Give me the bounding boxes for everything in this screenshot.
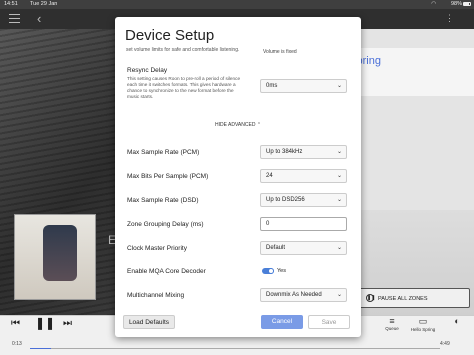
- battery-icon: [463, 2, 471, 6]
- status-bar: 14:51 Tue 29 Jan ◠ 98%: [0, 0, 474, 9]
- max-sample-rate-pcm-select[interactable]: Up to 384kHz ⌄: [260, 145, 347, 159]
- enable-mqa-toggle[interactable]: [262, 268, 274, 274]
- max-bits-per-sample-value: 24: [266, 173, 273, 179]
- resync-delay-description: This setting causes Roon to pre-roll a p…: [127, 76, 241, 99]
- chevron-down-icon: ⌄: [336, 173, 342, 179]
- max-sample-rate-pcm-value: Up to 384kHz: [266, 149, 303, 155]
- time-elapsed: 0:13: [12, 341, 22, 347]
- time-total: 4:49: [440, 341, 450, 347]
- status-time: 14:51: [4, 1, 18, 7]
- pause-icon[interactable]: ❚❚: [35, 316, 55, 330]
- wifi-icon: ◠: [431, 1, 436, 7]
- clock-master-priority-value: Default: [266, 245, 286, 251]
- volume-button[interactable]: ◐: [437, 316, 474, 326]
- hide-advanced-label: HIDE ADVANCED: [214, 122, 256, 128]
- resync-delay-label: Resync Delay: [127, 67, 168, 74]
- chevron-down-icon: ⌄: [336, 197, 342, 203]
- previous-track-icon[interactable]: ⏮: [11, 318, 20, 329]
- clock-master-priority-select[interactable]: Default ⌄: [260, 241, 347, 255]
- cancel-button[interactable]: Cancel: [261, 315, 303, 329]
- more-icon[interactable]: ⋮: [445, 13, 454, 24]
- save-button[interactable]: Save: [308, 315, 350, 329]
- zone-grouping-delay-value: 0: [266, 221, 270, 227]
- chevron-down-icon: ⌄: [336, 292, 342, 298]
- max-sample-rate-dsd-select[interactable]: Up to DSD256 ⌄: [260, 193, 347, 207]
- chevron-down-icon: ⌄: [336, 149, 342, 155]
- max-sample-rate-dsd-label: Max Sample Rate (DSD): [127, 197, 199, 204]
- multichannel-mixing-label: Multichannel Mixing: [127, 292, 185, 299]
- album-figure: [43, 225, 77, 281]
- back-button[interactable]: ‹: [37, 11, 41, 26]
- pause-circle-icon: ❚❚: [366, 294, 376, 302]
- max-bits-per-sample-label: Max Bits Per Sample (PCM): [127, 173, 209, 180]
- queue-icon: ≡: [389, 316, 395, 326]
- seek-progress: [30, 348, 51, 349]
- album-art[interactable]: [14, 214, 96, 300]
- device-setup-dialog: Device Setup set volume limits for safe …: [115, 17, 361, 337]
- pause-all-zones-label: PAUSE ALL ZONES: [378, 296, 428, 302]
- zone-grouping-delay-input[interactable]: 0: [260, 217, 347, 231]
- resync-delay-value: 0ms: [266, 83, 278, 89]
- chevron-down-icon: ⌄: [336, 83, 342, 89]
- max-sample-rate-pcm-label: Max Sample Rate (PCM): [127, 149, 200, 156]
- volume-fixed-note: Volume is fixed: [263, 49, 297, 55]
- chevron-down-icon: ⌄: [336, 245, 342, 251]
- load-defaults-button[interactable]: Load Defaults: [123, 315, 175, 329]
- seek-bar[interactable]: [30, 348, 440, 349]
- next-track-icon[interactable]: ⏭: [63, 318, 72, 329]
- dialog-title: Device Setup: [125, 27, 215, 44]
- volume-limit-description: set volume limits for safe and comfortab…: [126, 47, 240, 53]
- resync-delay-select[interactable]: 0ms ⌄: [260, 79, 347, 93]
- clock-master-priority-label: Clock Master Priority: [127, 245, 187, 252]
- zone-label: Hello Spring: [410, 327, 436, 332]
- speaker-icon: ▭: [418, 316, 428, 326]
- volume-icon: ◐: [454, 316, 460, 326]
- toggle-knob: [268, 268, 274, 274]
- max-sample-rate-dsd-value: Up to DSD256: [266, 197, 305, 203]
- multichannel-mixing-value: Downmix As Needed: [266, 292, 322, 298]
- status-date: Tue 29 Jan: [30, 1, 58, 7]
- hide-advanced-toggle[interactable]: HIDE ADVANCED ⌃: [115, 122, 361, 128]
- enable-mqa-label: Enable MQA Core Decoder: [127, 268, 206, 275]
- multichannel-mixing-select[interactable]: Downmix As Needed ⌄: [260, 288, 347, 302]
- enable-mqa-value: Yes: [277, 268, 286, 274]
- max-bits-per-sample-select[interactable]: 24 ⌄: [260, 169, 347, 183]
- battery-percent: 98%: [450, 1, 462, 7]
- chevron-up-icon: ⌃: [256, 122, 262, 128]
- menu-icon[interactable]: [9, 14, 20, 26]
- zone-grouping-delay-label: Zone Grouping Delay (ms): [127, 221, 204, 228]
